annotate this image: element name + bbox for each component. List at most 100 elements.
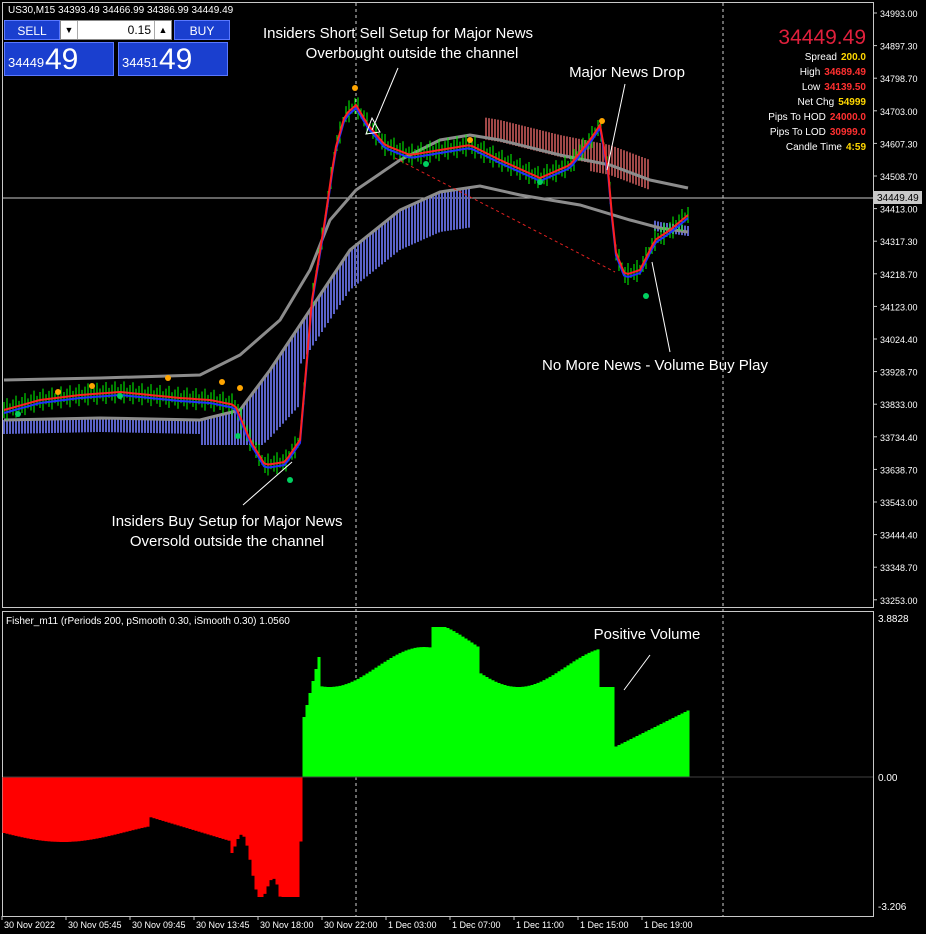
price-axis-label: 33253.00 bbox=[880, 596, 918, 606]
signal-dot bbox=[15, 411, 21, 417]
chart-symbol-header: US30,M15 34393.49 34466.99 34386.99 3444… bbox=[8, 5, 234, 16]
bid-price-box[interactable]: 34449 49 bbox=[4, 42, 114, 76]
signal-dot bbox=[237, 385, 243, 391]
price-axis-label: 33734.40 bbox=[880, 433, 918, 443]
time-axis-label: 1 Dec 07:00 bbox=[452, 920, 501, 930]
indicator-label: Fisher_m11 (rPeriods 200, pSmooth 0.30, … bbox=[6, 616, 290, 627]
annotation-buy-setup-line1: Insiders Buy Setup for Major News bbox=[112, 513, 343, 530]
price-axis-label: 33348.70 bbox=[880, 563, 918, 573]
time-axis-label: 30 Nov 18:00 bbox=[260, 920, 314, 930]
signal-dot bbox=[537, 179, 543, 185]
bid-price-small: 34449 bbox=[8, 55, 45, 70]
annotation-short-sell-line2: Overbought outside the channel bbox=[306, 45, 519, 62]
price-axis-label: 34993.00 bbox=[880, 9, 918, 19]
info-row-value: 34689.49 bbox=[824, 67, 866, 78]
info-row: Pips To LOD 30999.0 bbox=[726, 125, 866, 140]
signal-dot bbox=[89, 383, 95, 389]
stepper-up-icon[interactable]: ▲ bbox=[154, 21, 171, 39]
time-axis-label: 30 Nov 09:45 bbox=[132, 920, 186, 930]
fisher-histogram bbox=[2, 627, 690, 897]
price-axis-label: 34607.30 bbox=[880, 139, 918, 149]
price-axis-label: 33543.00 bbox=[880, 498, 918, 508]
info-row-value: 200.0 bbox=[840, 52, 866, 63]
price-axis-label: 34508.70 bbox=[880, 172, 918, 182]
time-axis-label: 30 Nov 05:45 bbox=[68, 920, 122, 930]
info-row-label: Net Chg bbox=[797, 97, 835, 108]
price-axis: 34993.00 34897.30 34798.70 34703.00 34607.30… bbox=[873, 9, 918, 606]
info-row-value: 34139.50 bbox=[824, 82, 866, 93]
ask-price-box[interactable]: 34451 49 bbox=[118, 42, 228, 76]
annotation-short-sell-line1: Insiders Short Sell Setup for Major News bbox=[263, 25, 533, 42]
current-price-tag-label: 34449.49 bbox=[877, 193, 919, 204]
signal-dot bbox=[287, 477, 293, 483]
price-axis-label: 33928.70 bbox=[880, 368, 918, 378]
time-axis-label: 1 Dec 11:00 bbox=[516, 920, 564, 930]
info-row-label: Spread bbox=[804, 52, 837, 63]
one-click-trading-panel: SELL ▼ 0.15 ▲ BUY 34449 49 34451 49 bbox=[2, 18, 230, 78]
info-panel: 34449.49 Spread 200.0 High 34689.49 Low 34139… bbox=[726, 26, 866, 155]
sell-button[interactable]: SELL bbox=[4, 20, 60, 40]
info-row: Pips To HOD 24000.0 bbox=[726, 110, 866, 125]
annotation-volume-buy: No More News - Volume Buy Play bbox=[542, 357, 768, 374]
info-row: Low 34139.50 bbox=[726, 80, 866, 95]
signal-dot bbox=[599, 118, 605, 124]
bid-price-big: 49 bbox=[45, 43, 79, 76]
time-axis-label: 30 Nov 13:45 bbox=[196, 920, 250, 930]
time-axis: 30 Nov 2022 30 Nov 05:45 30 Nov 09:45 30 No… bbox=[1, 916, 693, 930]
lot-size-value[interactable]: 0.15 bbox=[128, 21, 151, 39]
price-axis-label: 33638.70 bbox=[880, 465, 918, 475]
info-row-label: Candle Time bbox=[785, 142, 842, 153]
time-axis-label: 30 Nov 22:00 bbox=[324, 920, 378, 930]
price-axis-label: 34024.40 bbox=[880, 335, 918, 345]
signal-dot bbox=[467, 137, 473, 143]
annotation-arrow bbox=[623, 654, 651, 691]
signal-dot bbox=[165, 375, 171, 381]
info-row-label: Pips To LOD bbox=[769, 127, 826, 138]
price-axis-label: 34218.70 bbox=[880, 270, 918, 280]
annotation-arrow bbox=[651, 261, 671, 353]
indicator-axis-min: -3.206 bbox=[878, 902, 907, 913]
price-axis-label: 34798.70 bbox=[880, 74, 918, 84]
ask-price-small: 34451 bbox=[122, 55, 159, 70]
buy-button[interactable]: BUY bbox=[174, 20, 230, 40]
price-axis-label: 34897.30 bbox=[880, 42, 918, 52]
channel-lower bbox=[3, 184, 689, 422]
price-axis-label: 34703.00 bbox=[880, 107, 918, 117]
info-row-label: Low bbox=[801, 82, 821, 93]
price-axis-label: 33833.00 bbox=[880, 400, 918, 410]
signal-dot bbox=[643, 293, 649, 299]
annotation-positive-volume: Positive Volume bbox=[594, 626, 701, 643]
signal-dot bbox=[423, 161, 429, 167]
time-axis-label: 1 Dec 19:00 bbox=[644, 920, 693, 930]
info-row-value: 54999 bbox=[838, 97, 866, 108]
chevron-down-icon[interactable]: ▼ bbox=[61, 21, 78, 39]
info-row: High 34689.49 bbox=[726, 65, 866, 80]
signal-dot bbox=[235, 433, 241, 439]
signal-dot bbox=[117, 393, 123, 399]
signal-dot bbox=[352, 85, 358, 91]
annotation-arrow bbox=[371, 67, 399, 131]
price-axis-label: 34123.00 bbox=[880, 302, 918, 312]
lot-size-input[interactable]: ▼ 0.15 ▲ bbox=[60, 20, 172, 40]
price-axis-label: 34413.00 bbox=[880, 205, 918, 215]
signal-dot bbox=[219, 379, 225, 385]
info-row-label: Pips To HOD bbox=[768, 112, 826, 123]
indicator-axis-max: 3.8828 bbox=[878, 614, 909, 625]
annotation-news-drop: Major News Drop bbox=[569, 64, 685, 81]
time-axis-label: 1 Dec 15:00 bbox=[580, 920, 629, 930]
time-axis-label: 30 Nov 2022 bbox=[4, 920, 55, 930]
annotation-buy-setup-line2: Oversold outside the channel bbox=[130, 533, 324, 550]
info-row-value: 4:59 bbox=[845, 142, 866, 153]
price-axis-label: 34317.30 bbox=[880, 237, 918, 247]
info-row: Spread 200.0 bbox=[726, 50, 866, 65]
indicator-axis-zero: 0.00 bbox=[878, 773, 898, 784]
time-axis-label: 1 Dec 03:00 bbox=[388, 920, 437, 930]
price-axis-label: 33444.40 bbox=[880, 531, 918, 541]
info-row-value: 24000.0 bbox=[829, 112, 866, 123]
info-price: 34449.49 bbox=[778, 26, 866, 49]
info-row-value: 30999.0 bbox=[829, 127, 866, 138]
ask-price-big: 49 bbox=[159, 43, 193, 76]
info-row: Candle Time 4:59 bbox=[726, 140, 866, 155]
info-row-label: High bbox=[799, 67, 821, 78]
info-row: Net Chg 54999 bbox=[726, 95, 867, 110]
